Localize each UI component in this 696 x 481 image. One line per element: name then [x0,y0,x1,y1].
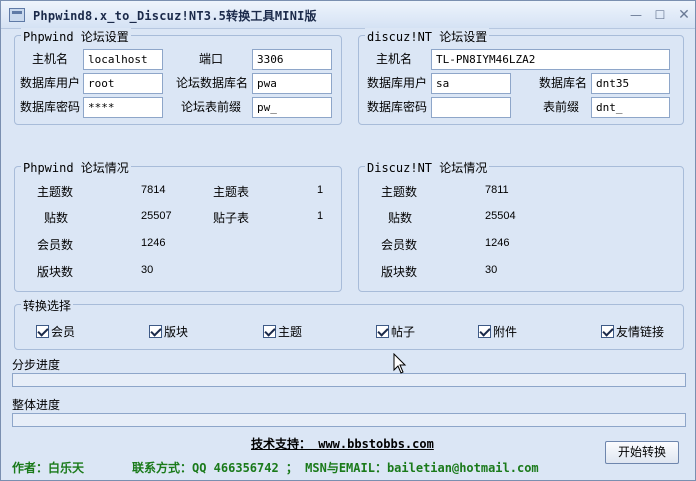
pw-dbname-label: 论坛数据库名 [176,76,249,90]
option-label: 帖子 [391,325,416,339]
dz-members-label: 会员数 [381,238,418,252]
option-label: 友情链接 [616,325,665,339]
overall-progress-bar [12,413,686,427]
pw-topics-value: 7814 [141,184,166,196]
pw-boards-value: 30 [141,264,154,276]
convert-option-boards[interactable]: 版块 [149,323,188,340]
dz-members-value: 1246 [485,237,510,249]
phpwind-stats-group: Phpwind 论坛情况 主题数 7814 主题表 1 贴数 25507 贴子表… [14,159,342,292]
convert-option-attachments[interactable]: 附件 [478,323,517,340]
pw-topics-label: 主题数 [37,185,74,199]
dz-user-label: 数据库用户 [367,76,428,90]
dz-password-input[interactable] [431,97,511,118]
support-link[interactable]: 技术支持： www.bbstobbs.com [251,435,434,452]
pw-user-label: 数据库用户 [20,76,81,90]
pw-boards-label: 版块数 [37,265,74,279]
option-label: 主题 [278,325,303,339]
option-label: 附件 [493,325,518,339]
discuz-settings-group: discuz!NT 论坛设置 主机名 TL-PN8IYM46LZA2 数据库用户… [358,28,684,125]
convert-option-members[interactable]: 会员 [36,323,75,340]
dz-dbname-input[interactable]: dnt35 [591,73,670,94]
convert-selection-group: 转换选择 会员 版块 主题 帖子 附件 友情链接 [14,297,684,350]
dz-topics-value: 7811 [485,184,509,196]
pw-host-label: 主机名 [32,52,69,66]
pw-port-input[interactable]: 3306 [252,49,332,70]
phpwind-settings-title: Phpwind 论坛设置 [21,28,131,45]
discuz-stats-title: Discuz!NT 论坛情况 [365,159,490,176]
pw-post-table-value: 1 [317,210,324,222]
convert-option-posts[interactable]: 帖子 [376,323,415,340]
dz-boards-label: 版块数 [381,265,418,279]
phpwind-settings-group: Phpwind 论坛设置 主机名 localhost 端口 3306 数据库用户… [14,28,342,125]
start-convert-button[interactable]: 开始转换 [605,441,679,464]
discuz-settings-title: discuz!NT 论坛设置 [365,28,490,45]
close-button[interactable]: ✕ [675,7,693,23]
dz-dbname-label: 数据库名 [539,76,588,90]
dz-password-label: 数据库密码 [367,100,428,114]
title-bar[interactable]: Phpwind8.x_to_Discuz!NT3.5转换工具MINI版 — ☐ … [1,1,695,29]
pw-members-label: 会员数 [37,238,74,252]
step-progress-label: 分步进度 [12,358,61,372]
checkbox-checked-icon [149,325,162,338]
convert-selection-title: 转换选择 [21,297,74,314]
dz-prefix-input[interactable]: dnt_ [591,97,670,118]
main-window: Phpwind8.x_to_Discuz!NT3.5转换工具MINI版 — ☐ … [0,0,696,481]
contact-text: 联系方式：QQ 466356742 ； MSN与EMAIL：bailetian@… [132,461,539,475]
pw-topic-table-value: 1 [317,184,324,196]
pw-user-input[interactable]: root [83,73,163,94]
overall-progress-label: 整体进度 [12,398,61,412]
checkbox-checked-icon [478,325,491,338]
dz-boards-value: 30 [485,264,498,276]
convert-option-topics[interactable]: 主题 [263,323,302,340]
window-title: Phpwind8.x_to_Discuz!NT3.5转换工具MINI版 [33,9,317,23]
pw-host-input[interactable]: localhost [83,49,163,70]
phpwind-stats-title: Phpwind 论坛情况 [21,159,131,176]
mouse-cursor-icon [393,353,407,374]
checkbox-checked-icon [36,325,49,338]
dz-topics-label: 主题数 [381,185,418,199]
pw-port-label: 端口 [199,52,224,66]
option-label: 会员 [51,325,76,339]
pw-dbname-input[interactable]: pwa [252,73,332,94]
discuz-stats-group: Discuz!NT 论坛情况 主题数 7811 贴数 25504 会员数 124… [358,159,684,292]
pw-password-input[interactable]: **** [83,97,163,118]
pw-members-value: 1246 [141,237,166,249]
dz-user-input[interactable]: sa [431,73,511,94]
checkbox-checked-icon [376,325,389,338]
maximize-button[interactable]: ☐ [651,7,669,23]
convert-option-links[interactable]: 友情链接 [601,323,664,340]
pw-posts-value: 25507 [141,210,172,222]
pw-prefix-label: 论坛表前缀 [181,100,242,114]
minimize-button[interactable]: — [627,7,645,23]
pw-topic-table-label: 主题表 [213,185,250,199]
dz-host-input[interactable]: TL-PN8IYM46LZA2 [431,49,670,70]
pw-post-table-label: 贴子表 [213,211,250,225]
pw-password-label: 数据库密码 [20,100,81,114]
checkbox-checked-icon [601,325,614,338]
option-label: 版块 [164,325,189,339]
checkbox-checked-icon [263,325,276,338]
app-icon [9,8,25,22]
dz-prefix-label: 表前缀 [543,100,580,114]
pw-prefix-input[interactable]: pw_ [252,97,332,118]
dz-posts-label: 贴数 [388,211,413,225]
dz-host-label: 主机名 [376,52,413,66]
pw-posts-label: 贴数 [44,211,69,225]
dz-posts-value: 25504 [485,210,516,222]
step-progress-bar [12,373,686,387]
author-text: 作者：白乐天 [12,461,85,475]
